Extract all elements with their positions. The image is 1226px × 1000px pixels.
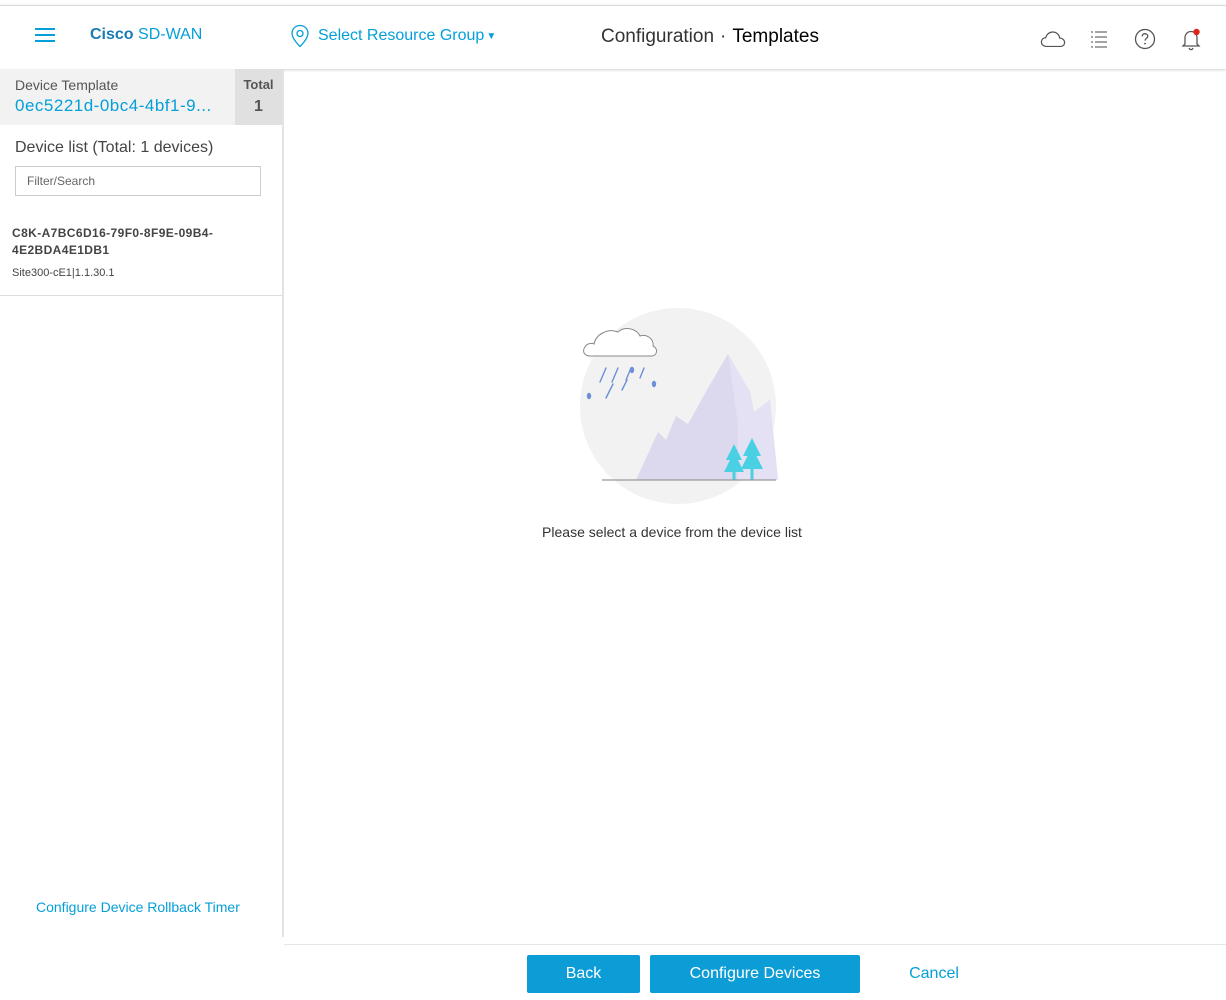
help-icon[interactable] <box>1132 26 1158 52</box>
resource-group-selector[interactable]: Select Resource Group ▼ <box>290 24 496 48</box>
footer-actions: Back Configure Devices Cancel <box>284 944 1226 1000</box>
device-list-item[interactable]: C8K-A7BC6D16-79F0-8F9E-09B4-4E2BDA4E1DB1… <box>0 215 282 296</box>
device-template-id[interactable]: 0ec5221d-0bc4-4bf1-9... <box>15 96 225 116</box>
location-pin-icon <box>291 24 309 48</box>
total-count-box: Total 1 <box>235 69 282 125</box>
brand-bold: Cisco <box>90 26 134 43</box>
resource-group-label: Select Resource Group <box>318 27 485 44</box>
header-icons <box>1040 26 1204 52</box>
task-list-icon[interactable] <box>1086 26 1112 52</box>
hamburger-menu-icon[interactable] <box>35 28 55 44</box>
filter-search-input[interactable] <box>15 166 261 196</box>
total-value: 1 <box>254 98 263 115</box>
configure-rollback-timer-link[interactable]: Configure Device Rollback Timer <box>36 899 240 915</box>
empty-state-message: Please select a device from the device l… <box>542 524 802 540</box>
device-list-title: Device list (Total: 1 devices) <box>15 139 214 156</box>
cancel-button[interactable]: Cancel <box>884 955 984 993</box>
device-name: C8K-A7BC6D16-79F0-8F9E-09B4-4E2BDA4E1DB1 <box>12 226 214 257</box>
total-label: Total <box>243 77 274 92</box>
breadcrumb-separator: · <box>720 26 727 47</box>
notification-dot <box>1193 28 1200 36</box>
brand-rest: SD-WAN <box>133 26 203 43</box>
empty-state-illustration <box>580 308 778 504</box>
device-template-label: Device Template <box>15 77 119 93</box>
chevron-down-icon: ▼ <box>486 30 497 42</box>
back-button[interactable]: Back <box>527 955 640 993</box>
page-title: Configuration · Templates <box>601 26 819 48</box>
cloud-icon[interactable] <box>1040 26 1066 52</box>
main-content: Please select a device from the device l… <box>284 69 1226 944</box>
device-detail: Site300-cE1|1.1.30.1 <box>12 267 115 279</box>
device-sidebar: Device Template 0ec5221d-0bc4-4bf1-9... … <box>0 69 284 937</box>
app-brand: Cisco SD-WAN <box>90 26 202 44</box>
notification-bell-icon[interactable] <box>1178 26 1204 52</box>
configure-devices-button[interactable]: Configure Devices <box>650 955 860 993</box>
breadcrumb-parent: Configuration <box>601 26 715 47</box>
device-template-header: Device Template 0ec5221d-0bc4-4bf1-9... … <box>0 69 282 125</box>
breadcrumb-current: Templates <box>732 26 819 47</box>
top-navigation-bar: Cisco SD-WAN Select Resource Group ▼ Con… <box>0 5 1226 69</box>
